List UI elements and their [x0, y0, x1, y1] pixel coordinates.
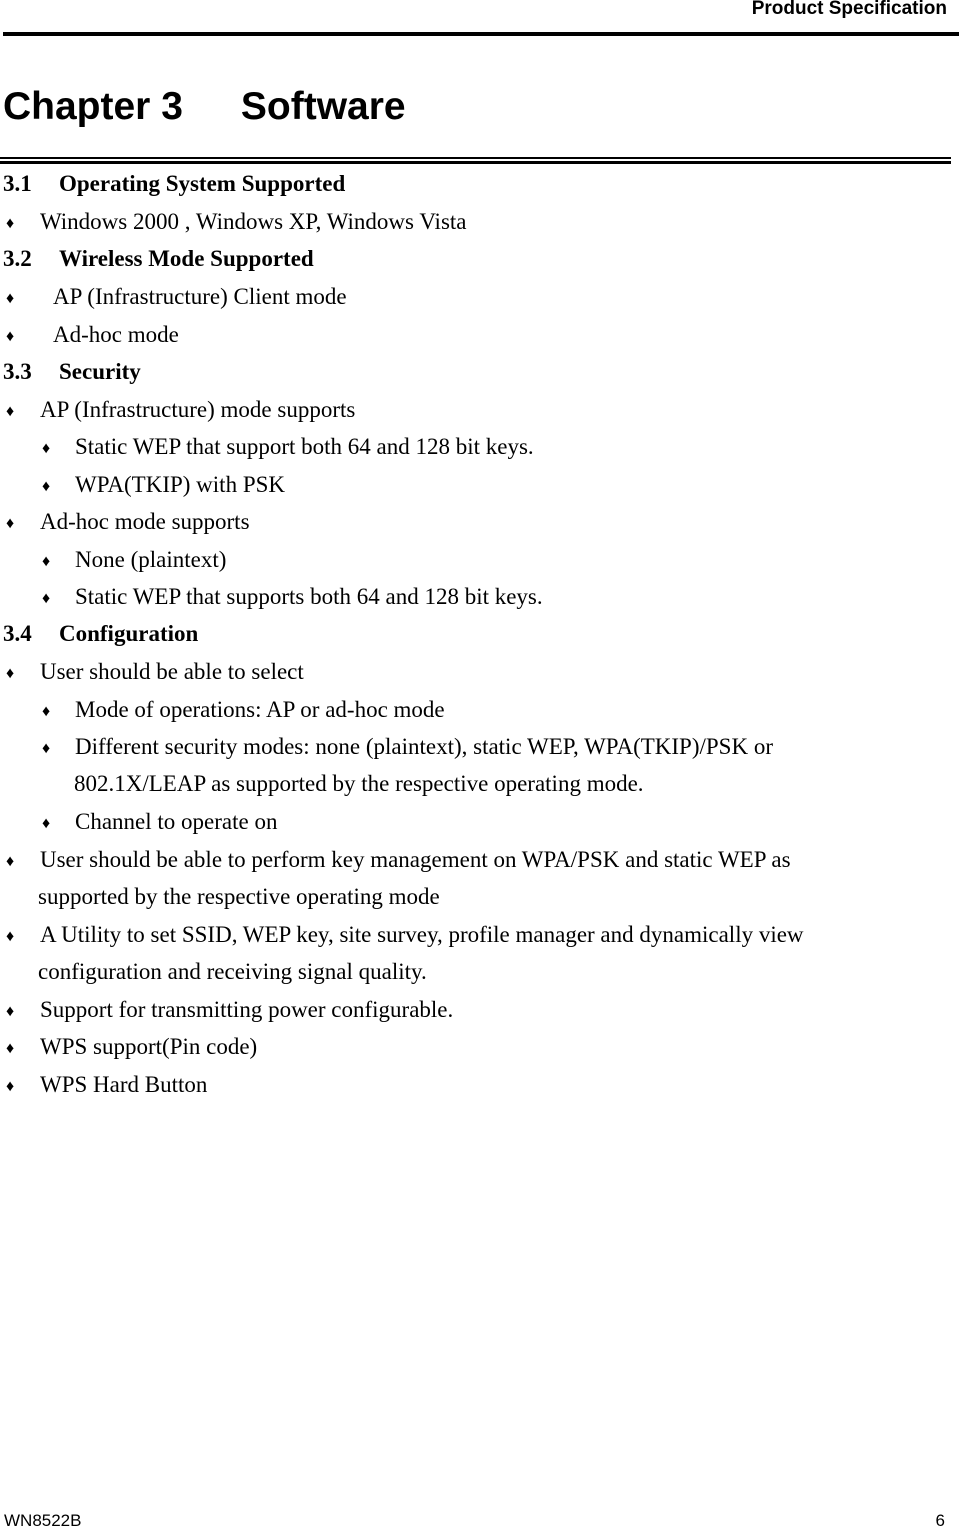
diamond-bullet-icon: ♦: [6, 328, 15, 345]
section-heading-3-1: 3.1 Operating System Supported: [3, 171, 346, 196]
header-rule: [3, 32, 959, 36]
diamond-bullet-icon: ♦: [42, 740, 51, 757]
double-rule: [0, 157, 951, 165]
diamond-bullet-icon: ♦: [6, 290, 15, 307]
list-item-continuation: supported by the respective operating mo…: [38, 884, 440, 909]
diamond-bullet-icon: ♦: [42, 440, 51, 457]
diamond-bullet-icon: ♦: [42, 815, 51, 832]
diamond-bullet-icon: ♦: [6, 215, 15, 232]
diamond-bullet-icon: ♦: [6, 853, 15, 870]
diamond-bullet-icon: ♦: [6, 1003, 15, 1020]
running-header: Product Specification: [751, 0, 947, 19]
diamond-bullet-icon: ♦: [6, 1078, 15, 1095]
chapter-name: Software: [240, 85, 406, 128]
diamond-bullet-icon: ♦: [42, 478, 51, 495]
diamond-bullet-icon: ♦: [6, 515, 15, 532]
diamond-bullet-icon: ♦: [42, 553, 51, 570]
section-heading-3-4: 3.4 Configuration: [3, 621, 199, 646]
diamond-bullet-icon: ♦: [6, 403, 15, 420]
footer-model: WN8522B: [4, 1511, 82, 1530]
page-number: 6: [935, 1511, 945, 1530]
section-heading-3-3: 3.3 Security: [3, 359, 141, 384]
list-item-continuation: configuration and receiving signal quali…: [38, 959, 427, 984]
diamond-bullet-icon: ♦: [6, 1040, 15, 1057]
section-heading-3-2: 3.2 Wireless Mode Supported: [3, 246, 314, 271]
diamond-bullet-icon: ♦: [42, 590, 51, 607]
diamond-bullet-icon: ♦: [42, 703, 51, 720]
chapter-title: Chapter 3 Software: [3, 84, 406, 130]
diamond-bullet-icon: ♦: [6, 665, 15, 682]
chapter-number: Chapter 3: [3, 85, 183, 128]
diamond-bullet-icon: ♦: [6, 928, 15, 945]
sub-list-item-continuation: 802.1X/LEAP as supported by the respecti…: [74, 771, 644, 796]
